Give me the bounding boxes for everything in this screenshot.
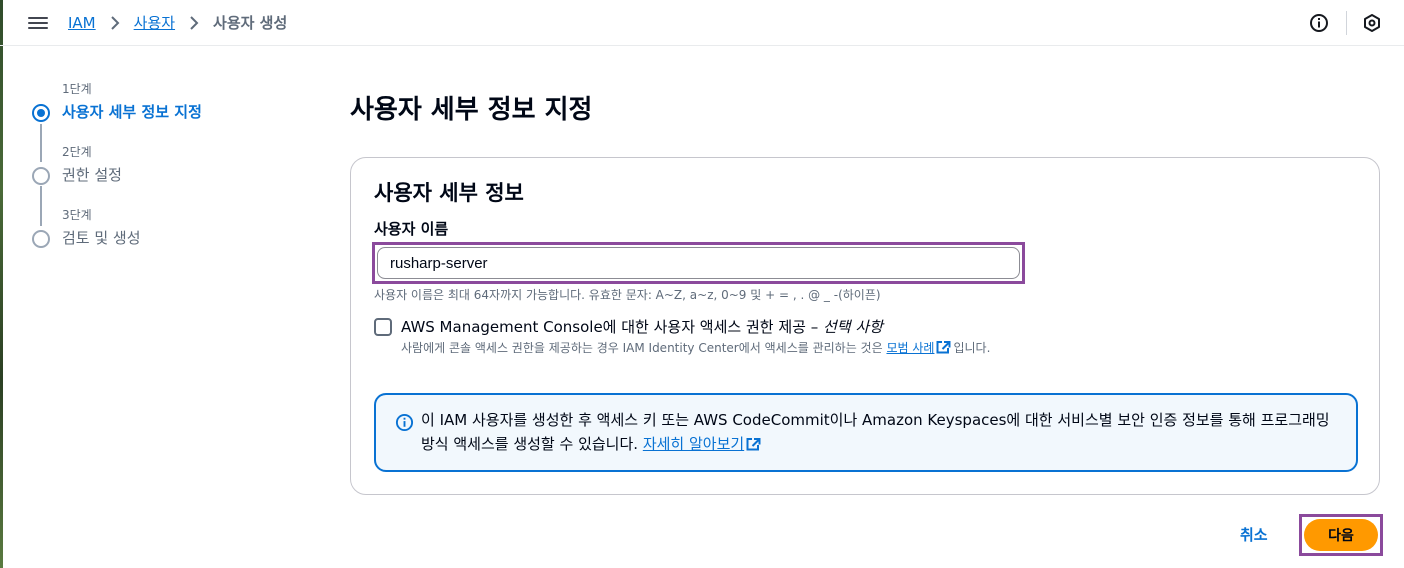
page-title: 사용자 세부 정보 지정: [350, 95, 593, 125]
top-navigation: IAM 사용자 사용자 생성: [0, 0, 1404, 46]
info-alert: 이 IAM 사용자를 생성한 후 액세스 키 또는 AWS CodeCommit…: [374, 393, 1358, 472]
step-title: 검토 및 생성: [62, 229, 141, 247]
breadcrumb: IAM 사용자 사용자 생성: [68, 12, 287, 33]
step-title: 사용자 세부 정보 지정: [62, 103, 202, 121]
cancel-button[interactable]: 취소: [1240, 524, 1268, 545]
divider: [1346, 11, 1347, 35]
external-link-icon[interactable]: [936, 341, 951, 354]
step-number: 2단계: [62, 145, 92, 159]
user-details-container: 사용자 세부 정보 사용자 이름 사용자 이름은 최대 64자까지 가능합니다.…: [350, 157, 1380, 495]
best-practices-link[interactable]: 모범 사례: [886, 341, 934, 355]
console-access-description: 사람에게 콘솔 액세스 권한을 제공하는 경우 IAM Identity Cen…: [401, 339, 1041, 357]
step-connector: [40, 186, 42, 226]
input-highlight-frame: [372, 242, 1025, 284]
username-input[interactable]: [377, 247, 1020, 279]
chevron-right-icon: [183, 15, 205, 31]
section-title: 사용자 세부 정보: [374, 181, 524, 205]
console-access-label[interactable]: AWS Management Console에 대한 사용자 액세스 권한 제공…: [401, 316, 883, 337]
console-access-checkbox[interactable]: [374, 318, 392, 336]
window-edge: [0, 0, 3, 568]
console-access-desc-prefix: 사람에게 콘솔 액세스 권한을 제공하는 경우 IAM Identity Cen…: [401, 341, 887, 355]
info-icon[interactable]: [1309, 13, 1329, 33]
learn-more-link[interactable]: 자세히 알아보기: [643, 435, 744, 453]
external-link-icon[interactable]: [746, 434, 761, 451]
step-number: 1단계: [62, 82, 92, 96]
step-title: 권한 설정: [62, 166, 122, 184]
username-label: 사용자 이름: [374, 220, 449, 238]
step-inactive-indicator-icon: [32, 230, 50, 248]
step-inactive-indicator-icon: [32, 167, 50, 185]
menu-icon[interactable]: [28, 14, 48, 32]
console-access-desc-suffix: 입니다.: [953, 341, 991, 355]
breadcrumb-iam[interactable]: IAM: [68, 14, 96, 32]
info-alert-message: 이 IAM 사용자를 생성한 후 액세스 키 또는 AWS CodeCommit…: [421, 411, 1330, 453]
step-connector: [40, 124, 42, 162]
next-button[interactable]: 다음: [1304, 519, 1378, 551]
step-number: 3단계: [62, 208, 92, 222]
breadcrumb-current: 사용자 생성: [213, 14, 288, 32]
username-constraint-text: 사용자 이름은 최대 64자까지 가능합니다. 유효한 문자: A~Z, a~z…: [374, 288, 881, 302]
step-active-indicator-icon: [32, 104, 50, 122]
chevron-right-icon: [104, 15, 126, 31]
breadcrumb-users[interactable]: 사용자: [134, 12, 175, 33]
optional-label: 선택 사항: [822, 318, 883, 336]
hexagon-icon[interactable]: [1362, 13, 1382, 33]
info-icon: [395, 413, 414, 432]
next-highlight-frame: 다음: [1299, 514, 1383, 556]
info-alert-text: 이 IAM 사용자를 생성한 후 액세스 키 또는 AWS CodeCommit…: [421, 408, 1346, 456]
console-access-label-text: AWS Management Console에 대한 사용자 액세스 권한 제공…: [401, 318, 823, 336]
